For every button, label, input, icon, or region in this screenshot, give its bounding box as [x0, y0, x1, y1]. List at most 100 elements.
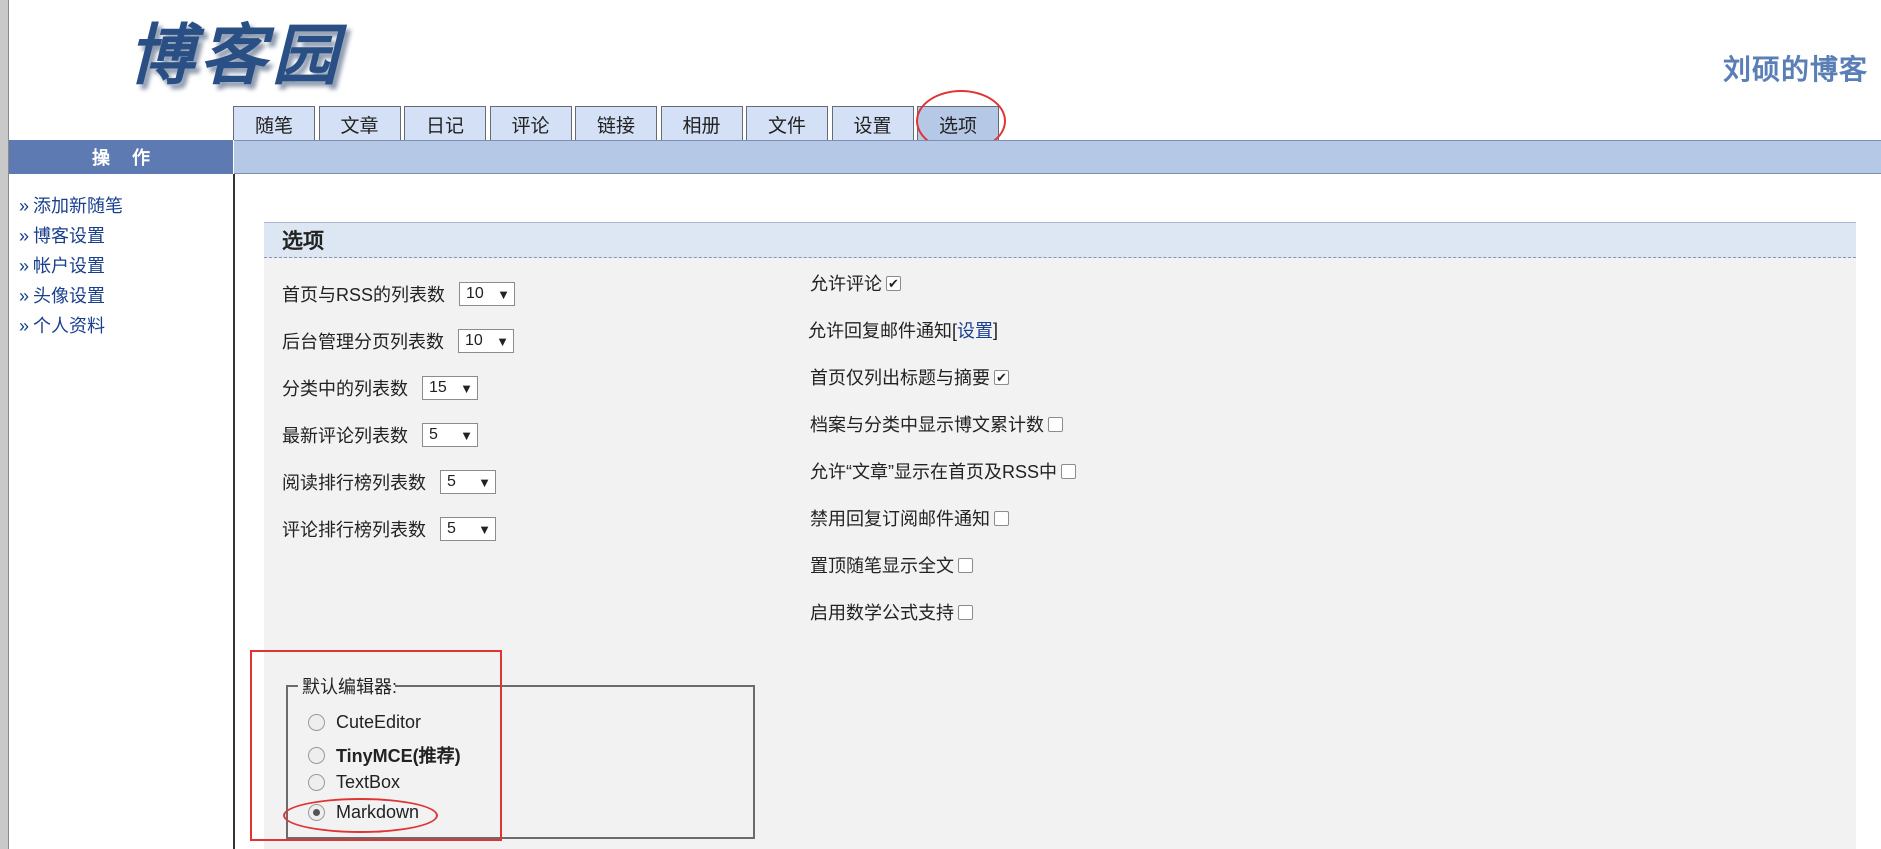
- sidebar-item-label: 头像设置: [33, 286, 106, 306]
- option-label: 评论排行榜列表数: [282, 520, 426, 540]
- default-editor-legend: 默认编辑器:: [301, 673, 399, 699]
- read-rank-count-select[interactable]: 5 ▼: [440, 470, 496, 494]
- option-label: 首页与RSS的列表数: [282, 285, 446, 305]
- select-value: 10: [466, 285, 484, 302]
- window-left-edge: [0, 0, 9, 849]
- option-category-count: 分类中的列表数 15 ▼: [282, 375, 478, 401]
- blog-title[interactable]: 刘硕的博客: [1723, 48, 1868, 88]
- tab-links[interactable]: 链接: [575, 106, 657, 140]
- tab-options[interactable]: 选项: [917, 106, 999, 140]
- option-disable-sub-mail: 禁用回复订阅邮件通知: [810, 505, 1009, 531]
- option-home-rss-count: 首页与RSS的列表数 10 ▼: [282, 281, 516, 307]
- option-label: 允许回复邮件通知[: [808, 321, 958, 341]
- option-top-full-text: 置顶随笔显示全文: [810, 552, 973, 578]
- bullet-arrow: »: [19, 226, 30, 246]
- disable-sub-mail-checkbox[interactable]: [994, 510, 1009, 526]
- radio-selected-dot: [313, 809, 320, 816]
- radio-label: CuteEditor: [336, 712, 422, 732]
- tab-posts[interactable]: 随笔: [233, 106, 315, 140]
- sidebar-item-account-settings[interactable]: » 帐户设置: [19, 252, 123, 282]
- option-reply-mail-notify: 允许回复邮件通知[设置]: [808, 317, 998, 343]
- option-label: 阅读排行榜列表数: [282, 473, 426, 493]
- bullet-arrow: »: [19, 256, 30, 276]
- tab-files[interactable]: 文件: [746, 106, 828, 140]
- sidebar-links: » 添加新随笔 » 博客设置 » 帐户设置 » 头像设置 » 个人资料: [19, 192, 123, 342]
- tab-albums[interactable]: 相册: [660, 106, 743, 140]
- bullet-arrow: »: [19, 316, 30, 336]
- markdown-radio[interactable]: [308, 804, 325, 821]
- textbox-radio[interactable]: [308, 774, 325, 791]
- allow-comment-checkbox[interactable]: ✔: [886, 275, 901, 291]
- top-full-text-checkbox[interactable]: [958, 557, 973, 573]
- select-value: 15: [429, 379, 447, 396]
- content-header-bar: [234, 140, 1881, 174]
- sidebar-item-label: 添加新随笔: [33, 196, 124, 216]
- option-label: 允许评论: [810, 274, 882, 294]
- option-label: 分类中的列表数: [282, 379, 408, 399]
- default-editor-group: 默认编辑器: CuteEditor TinyMCE(推荐) TextBox Ma…: [286, 673, 755, 839]
- option-home-summary: 首页仅列出标题与摘要 ✔: [810, 364, 1009, 390]
- sidebar-item-add-post[interactable]: » 添加新随笔: [19, 192, 123, 222]
- option-label: 档案与分类中显示博文累计数: [810, 415, 1044, 435]
- sidebar-item-avatar-settings[interactable]: » 头像设置: [19, 282, 123, 312]
- option-label-suffix: ]: [993, 319, 999, 340]
- article-home-checkbox[interactable]: [1061, 463, 1076, 479]
- home-rss-count-select[interactable]: 10 ▼: [459, 282, 516, 306]
- home-summary-checkbox[interactable]: ✔: [994, 369, 1009, 385]
- sidebar-title: 操作: [9, 140, 233, 174]
- select-value: 5: [429, 426, 438, 443]
- tab-settings[interactable]: 设置: [831, 106, 914, 140]
- sidebar-item-profile[interactable]: » 个人资料: [19, 312, 123, 342]
- dropdown-caret-icon: ▼: [478, 474, 491, 490]
- dropdown-caret-icon: ▼: [460, 427, 473, 443]
- dropdown-caret-icon: ▼: [497, 286, 511, 302]
- comment-rank-count-select[interactable]: 5 ▼: [440, 517, 496, 541]
- option-admin-page-count: 后台管理分页列表数 10 ▼: [282, 328, 514, 354]
- option-label: 首页仅列出标题与摘要: [810, 368, 990, 388]
- option-comment-rank-count: 评论排行榜列表数 5 ▼: [282, 516, 496, 542]
- recent-comment-count-select[interactable]: 5 ▼: [422, 423, 478, 447]
- option-label: 允许“文章”显示在首页及RSS中: [810, 462, 1057, 482]
- sidebar-item-label: 博客设置: [33, 226, 106, 246]
- editor-option-tinymce: TinyMCE(推荐): [308, 742, 461, 768]
- sidebar-item-blog-settings[interactable]: » 博客设置: [19, 222, 123, 252]
- options-panel-title: 选项: [264, 222, 1856, 258]
- option-label: 最新评论列表数: [282, 426, 408, 446]
- select-value: 5: [447, 520, 456, 537]
- radio-label: TextBox: [336, 772, 401, 792]
- reply-mail-settings-link[interactable]: 设置: [957, 317, 993, 343]
- option-label: 置顶随笔显示全文: [810, 556, 954, 576]
- tab-articles[interactable]: 文章: [318, 106, 401, 140]
- main-tabs: 随笔 文章 日记 评论 链接 相册 文件 设置 选项: [233, 106, 1003, 140]
- editor-option-cuteeditor: CuteEditor: [308, 712, 421, 733]
- archive-count-checkbox[interactable]: [1048, 416, 1063, 432]
- admin-page-count-select[interactable]: 10 ▼: [458, 329, 514, 353]
- category-count-select[interactable]: 15 ▼: [422, 376, 478, 400]
- select-value: 5: [447, 473, 456, 490]
- cuteeditor-radio[interactable]: [308, 714, 325, 731]
- tab-diary[interactable]: 日记: [404, 106, 486, 140]
- sidebar-item-label: 个人资料: [33, 316, 106, 336]
- option-allow-comment: 允许评论 ✔: [810, 270, 901, 296]
- math-support-checkbox[interactable]: [958, 604, 973, 620]
- option-read-rank-count: 阅读排行榜列表数 5 ▼: [282, 469, 496, 495]
- option-label: 后台管理分页列表数: [282, 332, 444, 352]
- editor-option-markdown: Markdown: [308, 802, 419, 823]
- radio-label: Markdown: [336, 802, 420, 822]
- bullet-arrow: »: [19, 196, 30, 216]
- dropdown-caret-icon: ▼: [460, 380, 473, 396]
- option-math-support: 启用数学公式支持: [810, 599, 973, 625]
- radio-label: TinyMCE(推荐): [336, 746, 461, 766]
- dropdown-caret-icon: ▼: [496, 333, 509, 349]
- option-archive-count: 档案与分类中显示博文累计数: [810, 411, 1063, 437]
- select-value: 10: [465, 332, 483, 349]
- cnblogs-logo[interactable]: 博客园: [128, 2, 344, 98]
- bullet-arrow: »: [19, 286, 30, 306]
- editor-option-textbox: TextBox: [308, 772, 400, 793]
- sidebar-item-label: 帐户设置: [33, 256, 106, 276]
- tinymce-radio[interactable]: [308, 746, 325, 764]
- option-label: 禁用回复订阅邮件通知: [810, 509, 990, 529]
- tab-comments[interactable]: 评论: [489, 106, 572, 140]
- sidebar-divider: [233, 174, 235, 849]
- option-label: 启用数学公式支持: [810, 603, 954, 623]
